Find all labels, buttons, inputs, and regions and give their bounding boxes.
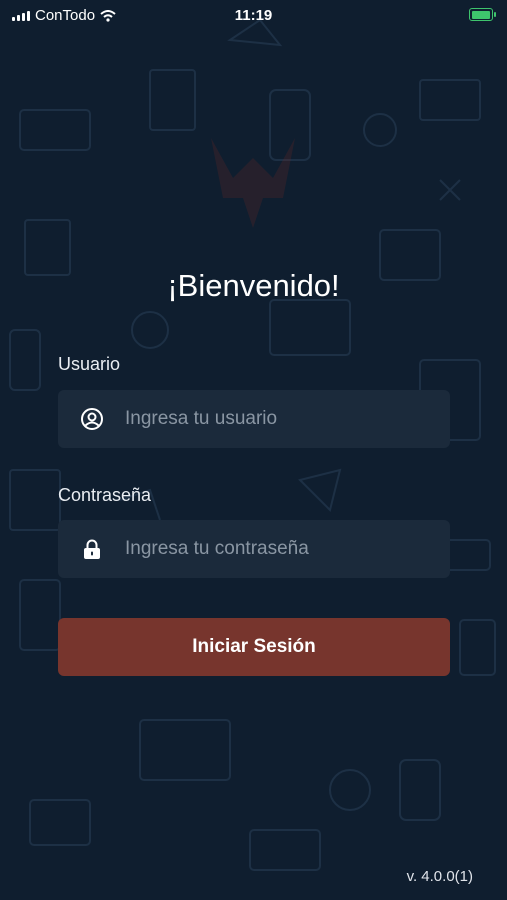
- password-label: Contraseña: [58, 485, 152, 505]
- password-input[interactable]: [125, 538, 450, 560]
- username-label: Usuario: [58, 354, 121, 374]
- status-bar: ConTodo 11:19: [0, 0, 507, 30]
- battery-icon: [469, 8, 496, 21]
- lock-icon: [80, 537, 104, 561]
- welcome-title: ¡Bienvenido!: [167, 268, 340, 303]
- app-version: v. 4.0.0(1): [406, 868, 473, 885]
- user-circle-icon: [80, 407, 104, 431]
- login-button[interactable]: Iniciar Sesión: [58, 618, 450, 676]
- username-input[interactable]: [125, 408, 450, 430]
- username-field[interactable]: [58, 390, 450, 448]
- status-time: 11:19: [234, 7, 273, 24]
- app-logo: [211, 138, 295, 228]
- password-field[interactable]: [58, 520, 450, 578]
